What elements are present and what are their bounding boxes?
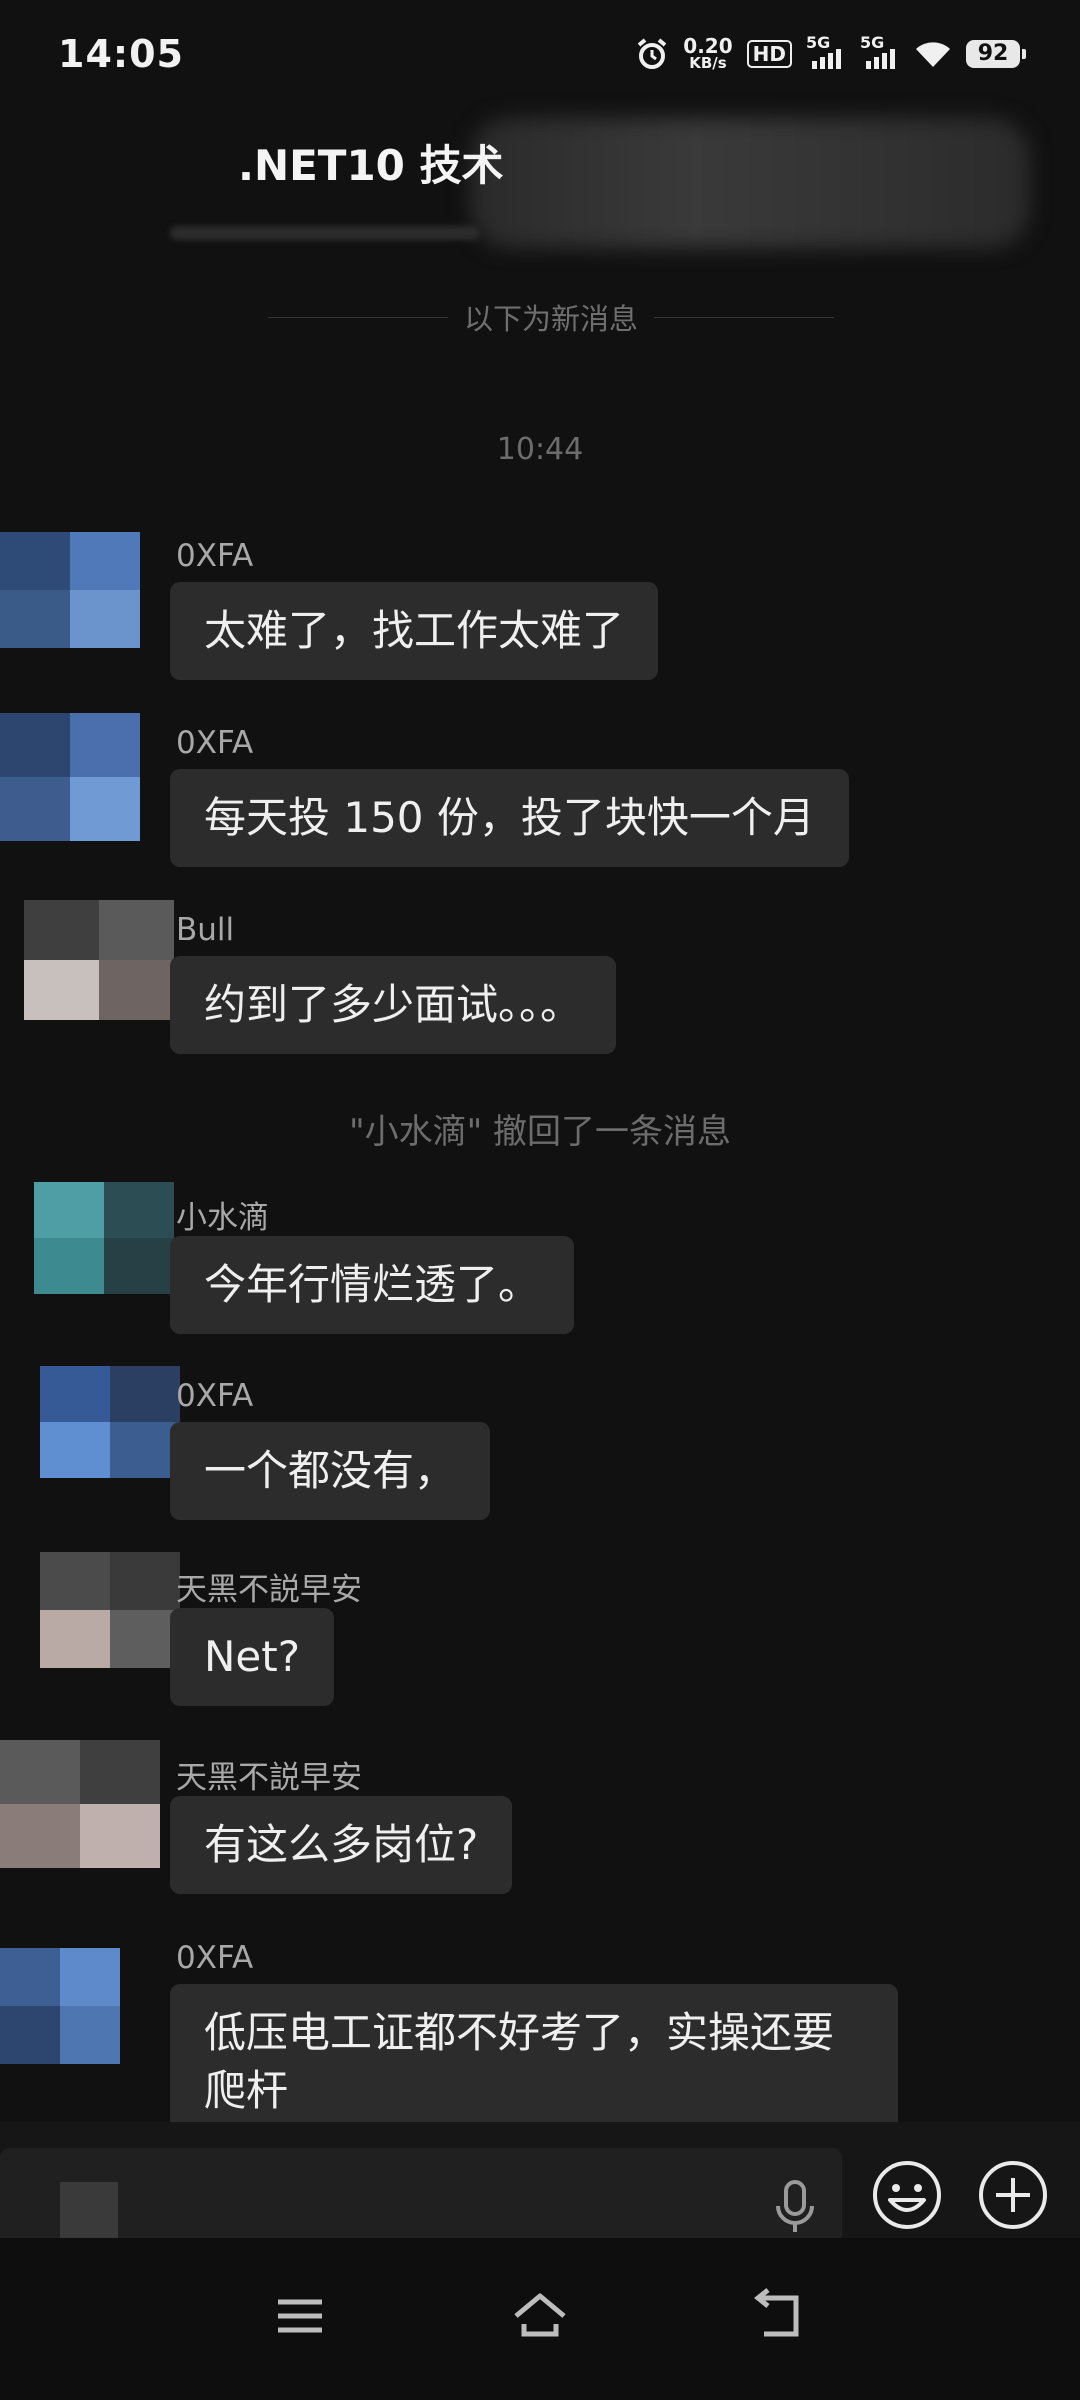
message-bubble[interactable]: 低压电工证都不好考了，实操还要爬杆 xyxy=(170,1984,898,2140)
plus-icon[interactable] xyxy=(978,2160,1048,2230)
new-messages-divider: 以下为新消息 xyxy=(268,296,835,338)
message-bubble[interactable]: 有这么多岗位? xyxy=(170,1796,513,1894)
alarm-icon xyxy=(638,37,667,69)
signal-icon-1: 5G xyxy=(806,33,846,69)
avatar[interactable] xyxy=(40,1366,180,1478)
message-bubble[interactable]: 每天投 150 份，投了块快一个月 xyxy=(170,769,849,867)
status-time: 14:05 xyxy=(58,32,184,76)
status-icons: 0.20 KB/s HD 5G 5G 92 xyxy=(635,33,1026,71)
back-icon[interactable] xyxy=(750,2286,810,2346)
sender-name: 0XFA xyxy=(176,538,254,574)
signal-label-2: 5G xyxy=(860,32,885,52)
subtitle-redaction xyxy=(170,226,480,240)
title-redaction xyxy=(470,118,1030,248)
sender-name: 0XFA xyxy=(176,725,254,761)
avatar[interactable] xyxy=(0,713,140,841)
avatar[interactable] xyxy=(0,1740,160,1868)
message-input[interactable] xyxy=(0,2148,842,2246)
sender-name: 天黑不説早安 xyxy=(176,1760,362,1796)
sender-name: 天黑不説早安 xyxy=(176,1572,362,1608)
message-bubble[interactable]: 约到了多少面试。。。 xyxy=(170,956,617,1054)
message-bubble[interactable]: 一个都没有， xyxy=(170,1422,491,1520)
sender-name: Bull xyxy=(176,912,235,948)
signal-label-1: 5G xyxy=(806,32,831,52)
input-avatar-blur xyxy=(60,2182,118,2238)
network-speed-value: 0.20 xyxy=(683,34,733,58)
hd-badge: HD xyxy=(746,39,792,68)
avatar[interactable] xyxy=(24,900,174,1020)
message-timestamp: 10:44 xyxy=(496,432,584,467)
message-bubble[interactable]: 太难了，找工作太难了 xyxy=(170,582,659,680)
microphone-icon[interactable] xyxy=(770,2176,820,2236)
signal-icon-2: 5G xyxy=(860,33,900,69)
message-bubble[interactable]: 今年行情烂透了。 xyxy=(170,1236,575,1334)
sender-name: 0XFA xyxy=(176,1940,254,1976)
menu-icon[interactable] xyxy=(270,2286,330,2346)
chat-title[interactable]: .NET10 技术 xyxy=(238,132,504,193)
message-bubble[interactable]: Net? xyxy=(170,1608,335,1706)
navigation-bar xyxy=(0,2238,1080,2400)
avatar[interactable] xyxy=(0,532,140,648)
network-speed-unit: KB/s xyxy=(689,54,727,72)
network-speed: 0.20 KB/s xyxy=(683,36,732,71)
avatar[interactable] xyxy=(34,1182,174,1294)
recall-notice: "小水滴" 撤回了一条消息 xyxy=(348,1112,732,1152)
avatar[interactable] xyxy=(40,1552,180,1668)
avatar[interactable] xyxy=(0,1948,120,2064)
home-icon[interactable] xyxy=(510,2286,570,2346)
sender-name: 小水滴 xyxy=(176,1200,269,1236)
emoji-icon[interactable] xyxy=(872,2160,942,2230)
wifi-icon xyxy=(916,41,950,67)
status-bar: 14:05 0.20 KB/s HD 5G 5G 92 xyxy=(0,0,1080,120)
battery-indicator: 92 xyxy=(966,39,1026,68)
sender-name: 0XFA xyxy=(176,1378,254,1414)
new-messages-label: 以下为新消息 xyxy=(464,302,639,336)
